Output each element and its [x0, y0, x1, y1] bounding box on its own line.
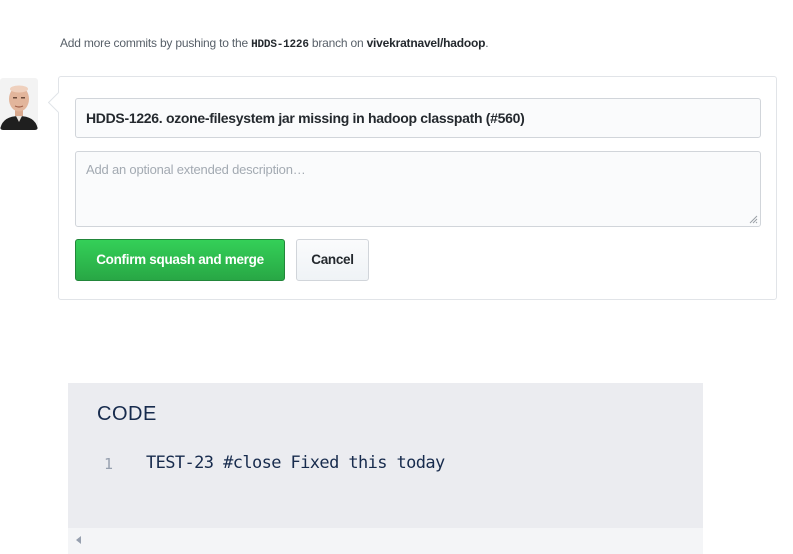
- cancel-button[interactable]: Cancel: [296, 239, 369, 281]
- description-placeholder: Add an optional extended description…: [86, 162, 306, 177]
- push-hint-suffix: .: [485, 36, 489, 50]
- horizontal-scrollbar[interactable]: [68, 528, 703, 554]
- scroll-left-arrow-icon[interactable]: [76, 536, 81, 544]
- code-block: CODE 1 TEST-23 #close Fixed this today: [68, 383, 703, 554]
- confirm-squash-merge-button[interactable]: Confirm squash and merge: [75, 239, 285, 281]
- branch-name[interactable]: HDDS-1226: [251, 39, 309, 51]
- avatar[interactable]: [0, 78, 38, 130]
- push-hint-prefix: Add more commits by pushing to the: [60, 36, 252, 50]
- resize-handle-icon[interactable]: [749, 215, 758, 224]
- repo-link[interactable]: vivekratnavel/hadoop: [367, 36, 486, 50]
- code-line: TEST-23 #close Fixed this today: [146, 453, 445, 473]
- line-number: 1: [104, 455, 114, 473]
- squash-merge-form: HDDS-1226. ozone-filesystem jar missing …: [58, 76, 777, 300]
- commit-description-textarea[interactable]: Add an optional extended description…: [75, 151, 761, 227]
- code-block-title: CODE: [97, 403, 157, 425]
- commit-title-input[interactable]: HDDS-1226. ozone-filesystem jar missing …: [75, 98, 761, 138]
- push-hint-middle: branch on: [308, 36, 367, 50]
- push-hint: Add more commits by pushing to the HDDS-…: [60, 36, 489, 51]
